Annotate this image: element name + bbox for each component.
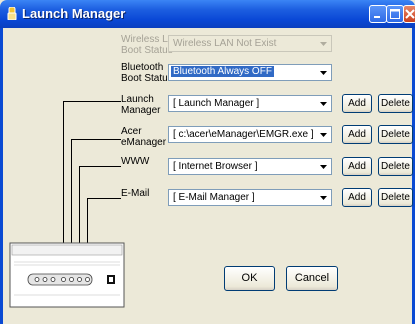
- laptop-drawing: [9, 242, 125, 308]
- wireless-lan-select: Wireless LAN Not Exist: [168, 35, 332, 52]
- ok-button[interactable]: OK: [224, 266, 275, 291]
- emanager-delete-button[interactable]: Delete: [378, 125, 413, 144]
- emanager-select[interactable]: [ c:\acer\eManager\EMGR.exe ]: [168, 126, 332, 143]
- www-delete-button[interactable]: Delete: [378, 157, 413, 176]
- chevron-down-icon[interactable]: [316, 127, 331, 142]
- chevron-down-icon: [320, 42, 327, 46]
- cancel-button[interactable]: Cancel: [286, 266, 338, 291]
- emanager-add-button[interactable]: Add: [342, 125, 372, 144]
- email-select[interactable]: [ E-Mail Manager ]: [168, 189, 332, 206]
- emanager-label: Acer eManager: [121, 126, 167, 148]
- bluetooth-label: Bluetooth Boot Status: [121, 62, 173, 84]
- launch-manager-add-button[interactable]: Add: [342, 94, 372, 113]
- bluetooth-select[interactable]: Bluetooth Always OFF: [168, 64, 332, 81]
- www-label: WWW: [121, 156, 150, 167]
- email-label: E-Mail: [121, 188, 150, 199]
- www-add-button[interactable]: Add: [342, 157, 372, 176]
- email-add-button[interactable]: Add: [342, 188, 372, 207]
- launch-manager-select[interactable]: [ Launch Manager ]: [168, 95, 332, 112]
- leader-lines: [63, 101, 121, 245]
- chevron-down-icon[interactable]: [316, 96, 331, 111]
- launch-manager-delete-button[interactable]: Delete: [378, 94, 413, 113]
- chevron-down-icon[interactable]: [316, 190, 331, 205]
- chevron-down-icon[interactable]: [316, 159, 331, 174]
- launch-manager-label: Launch Manager: [121, 94, 161, 116]
- launch-manager-window: Launch Manager Wireless LAN Boot Status …: [0, 0, 415, 324]
- email-delete-button[interactable]: Delete: [378, 188, 413, 207]
- chevron-down-icon[interactable]: [316, 65, 331, 80]
- www-select[interactable]: [ Internet Browser ]: [168, 158, 332, 175]
